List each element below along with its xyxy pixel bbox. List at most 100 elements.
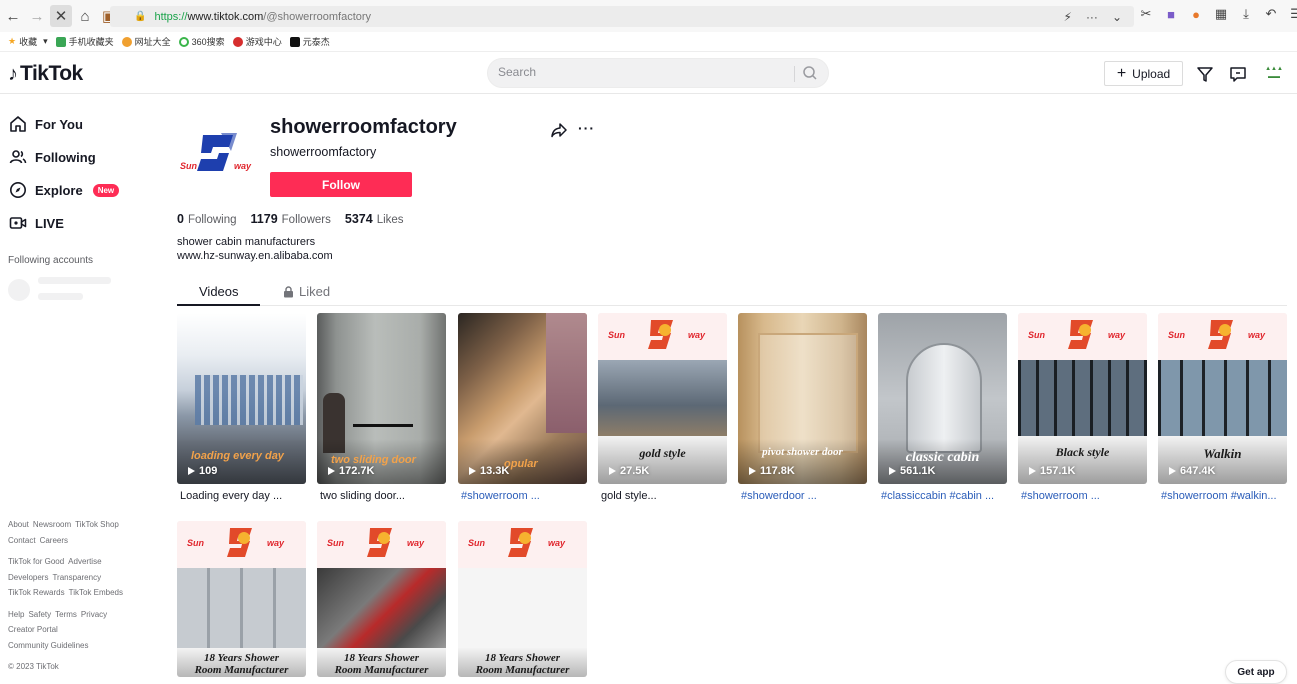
profile-stats: 0 Following 1179 Followers 5374 Likes (177, 212, 404, 226)
video-caption[interactable]: gold style... (598, 490, 727, 502)
sidebar-item-following[interactable]: Following (9, 148, 96, 166)
sleeve-image (546, 313, 587, 433)
search-divider (794, 66, 795, 82)
gamepad-icon[interactable]: ● (1188, 6, 1204, 22)
video-thumbnail[interactable]: Sun way Walkin 647.4K (1158, 313, 1287, 484)
lock-icon (284, 285, 293, 297)
footer-link[interactable]: TikTok Shop (75, 520, 119, 529)
video-thumbnail[interactable]: Sun way gold style 27.5K (598, 313, 727, 484)
video-card[interactable]: Sun way 18 Years Shower Room Manufacturer (317, 521, 446, 677)
video-thumbnail[interactable]: opular 13.3K (458, 313, 587, 484)
video-caption[interactable]: #showerroom ... (458, 490, 587, 502)
tab-liked[interactable]: Liked (283, 284, 330, 299)
footer-link[interactable]: About (8, 520, 29, 529)
video-thumbnail[interactable]: pivot shower door 117.8K (738, 313, 867, 484)
footer-link[interactable]: Terms (55, 610, 77, 619)
video-card[interactable]: opular 13.3K #showerroom ... (458, 313, 587, 502)
footer-link[interactable]: Contact (8, 536, 36, 545)
video-card[interactable]: Sun way Walkin 647.4K #showerroom #walki… (1158, 313, 1287, 502)
video-card[interactable]: Sun way Black style 157.1K #showerroom .… (1018, 313, 1147, 502)
search-icon[interactable] (802, 65, 818, 81)
stat-following[interactable]: 0 Following (177, 212, 237, 226)
video-caption[interactable]: #showerroom ... (1018, 490, 1147, 502)
footer-link[interactable]: Careers (40, 536, 68, 545)
video-caption[interactable]: Loading every day ... (177, 490, 306, 502)
bookmark-mobile[interactable]: 手机收藏夹 (55, 35, 114, 48)
brand-sun-text: Sun (468, 538, 485, 548)
chevron-down-icon[interactable]: ⌄ (1112, 10, 1122, 24)
user-avatar-icon[interactable]: ▲▲▲ ▬▬ (1263, 65, 1285, 81)
video-card[interactable]: classic cabin 561.1K #classiccabin #cabi… (878, 313, 1007, 502)
share-icon[interactable] (550, 122, 568, 138)
search-input[interactable] (498, 65, 778, 79)
bookmark-games[interactable]: 游戏中心 (232, 35, 282, 48)
video-card[interactable]: Sun way gold style 27.5K gold style... (598, 313, 727, 502)
video-thumbnail[interactable]: two sliding door 172.7K (317, 313, 446, 484)
more-options-icon[interactable]: ··· (578, 120, 595, 136)
footer-link[interactable]: Safety (28, 610, 51, 619)
bookmark-tiktok[interactable]: 元泰杰 (289, 35, 330, 48)
stat-likes: 5374 Likes (344, 212, 404, 226)
more-dots-icon[interactable]: ··· (1086, 10, 1098, 24)
upload-button[interactable]: + Upload (1104, 61, 1183, 86)
video-card[interactable]: loading every day 109 Loading every day … (177, 313, 306, 502)
video-card[interactable]: Sun way 18 Years Shower Room Manufacturer (177, 521, 306, 677)
apps-grid-icon[interactable]: ▦ (1213, 6, 1229, 22)
view-count: 172.7K (328, 465, 374, 477)
profile-tabs: Videos Liked (177, 278, 1287, 306)
footer-link[interactable]: Community Guidelines (8, 641, 88, 650)
footer-link[interactable]: Transparency (52, 573, 101, 582)
stop-loading-icon[interactable]: ✕ (50, 5, 72, 27)
message-icon[interactable] (1229, 65, 1247, 83)
video-caption[interactable]: two sliding door... (317, 490, 446, 502)
download-icon[interactable]: ⤓ (1238, 6, 1254, 22)
shower-cabin-image (906, 343, 982, 453)
footer-link[interactable]: TikTok for Good (8, 557, 64, 566)
video-thumbnail[interactable]: loading every day 109 (177, 313, 306, 484)
forward-icon[interactable]: → (26, 5, 48, 27)
home-browser-icon[interactable]: ⌂ (74, 5, 96, 27)
stat-followers[interactable]: 1179 Followers (251, 212, 331, 226)
sidebar-item-live[interactable]: LIVE (9, 214, 64, 232)
address-bar[interactable]: 🔒 https:// www.tiktok.com /@showerroomfa… (110, 6, 1134, 27)
undo-icon[interactable]: ↶ (1263, 6, 1279, 22)
video-thumbnail[interactable]: Sun way 18 Years Shower Room Manufacturer (317, 521, 446, 677)
footer-link[interactable]: Advertise (68, 557, 101, 566)
tiktok-logo[interactable]: ♪ TikTok (8, 62, 83, 86)
bookmark-favorites[interactable]: ★ 收藏 ▾ (8, 35, 48, 48)
search-360-icon (178, 36, 189, 47)
footer-link[interactable]: Privacy (81, 610, 107, 619)
video-caption[interactable]: #showerroom #walkin... (1158, 490, 1287, 502)
footer-link[interactable]: TikTok Rewards (8, 588, 65, 597)
video-overlay-text: Walkin (1203, 446, 1242, 461)
video-thumbnail[interactable]: classic cabin 561.1K (878, 313, 1007, 484)
tab-videos[interactable]: Videos (199, 284, 239, 299)
follow-button[interactable]: Follow (270, 172, 412, 197)
footer-link[interactable]: TikTok Embeds (69, 588, 123, 597)
sidebar-item-for-you[interactable]: For You (9, 115, 83, 133)
footer-link[interactable]: Creator Portal (8, 625, 58, 634)
footer-link[interactable]: Developers (8, 573, 48, 582)
video-card[interactable]: Sun way 18 Years Shower Room Manufacturer (458, 521, 587, 677)
inbox-filter-icon[interactable] (1196, 65, 1214, 83)
video-caption[interactable]: #classiccabin #cabin ... (878, 490, 1007, 502)
video-thumbnail[interactable]: Sun way Black style 157.1K (1018, 313, 1147, 484)
get-app-button[interactable]: Get app (1225, 660, 1287, 684)
sidebar-item-explore[interactable]: Explore New (9, 181, 120, 199)
lightning-icon[interactable]: ⚡ (1064, 10, 1072, 24)
extension-icon[interactable]: ■ (1163, 6, 1179, 22)
footer-link[interactable]: Help (8, 610, 24, 619)
scissors-icon[interactable]: ✂ (1138, 6, 1154, 22)
profile-avatar[interactable]: Sun way (177, 113, 257, 193)
bookmark-nav[interactable]: 网址大全 (121, 35, 171, 48)
black-shower-image (1018, 360, 1147, 436)
video-caption[interactable]: #showerdoor ... (738, 490, 867, 502)
video-thumbnail[interactable]: Sun way 18 Years Shower Room Manufacturer (458, 521, 587, 677)
video-thumbnail[interactable]: Sun way 18 Years Shower Room Manufacturer (177, 521, 306, 677)
menu-icon[interactable]: ☰ (1288, 6, 1297, 22)
footer-link[interactable]: Newsroom (33, 520, 71, 529)
back-icon[interactable]: ← (2, 5, 24, 27)
video-card[interactable]: pivot shower door 117.8K #showerdoor ... (738, 313, 867, 502)
video-card[interactable]: two sliding door 172.7K two sliding door… (317, 313, 446, 502)
bookmark-360[interactable]: 360搜索 (178, 35, 225, 48)
